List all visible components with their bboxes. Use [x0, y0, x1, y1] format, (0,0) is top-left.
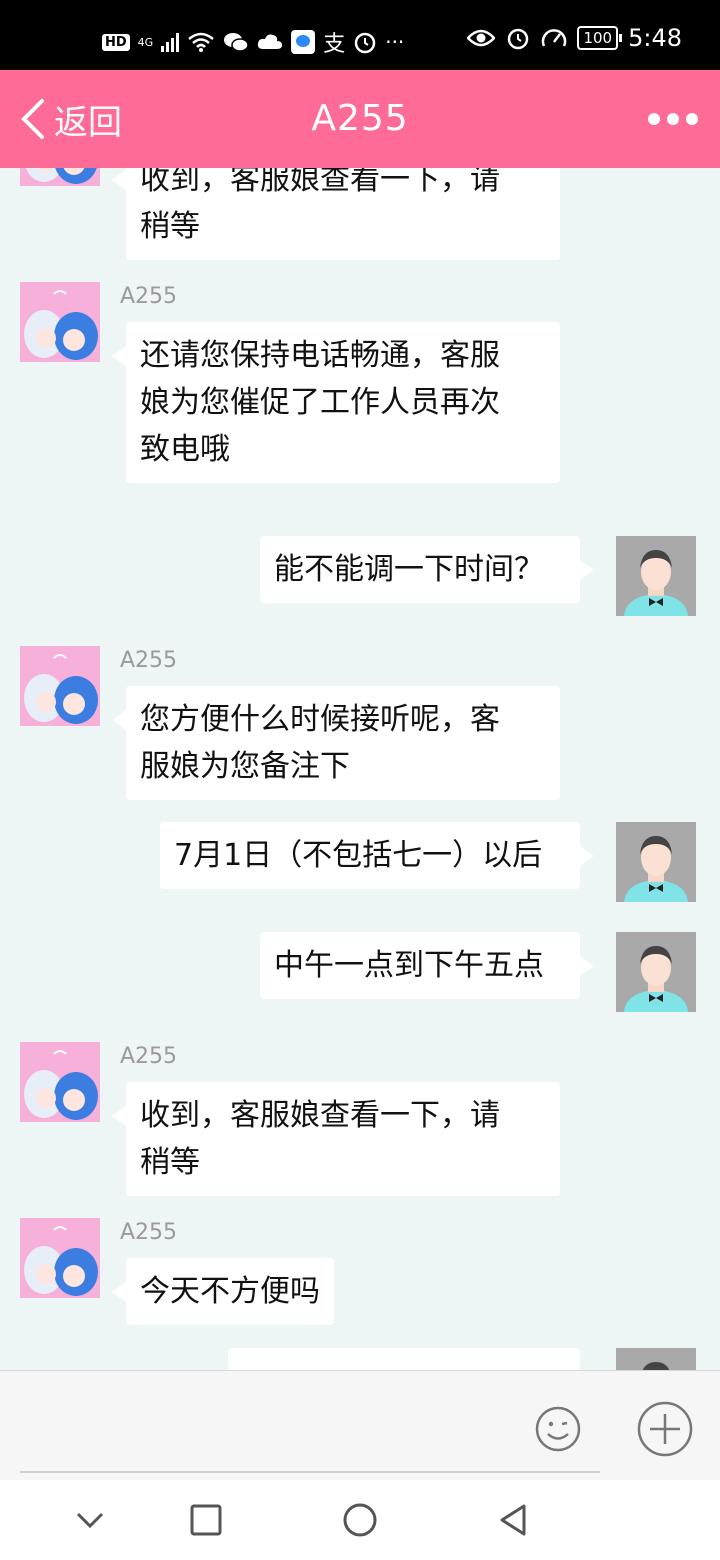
more-dots-icon — [648, 113, 660, 125]
alarm-icon — [508, 28, 529, 50]
emoji-icon[interactable] — [534, 1405, 582, 1453]
page-title: A255 — [311, 98, 409, 139]
sender-name: A255 — [120, 648, 178, 673]
status-bar: HD 4G 支 ··· 100 5:48 — [0, 0, 720, 70]
agent-avatar[interactable] — [20, 1218, 100, 1298]
message-input-bar — [0, 1370, 720, 1480]
more-notifications-icon: ··· — [385, 30, 405, 54]
message-bubble[interactable]: 中午一点到下午五点 — [260, 932, 594, 999]
sender-name: A255 — [120, 1044, 178, 1069]
back-icon[interactable] — [494, 1500, 534, 1540]
hd-icon: HD — [102, 33, 130, 51]
wifi-icon — [188, 32, 215, 52]
agent-avatar[interactable] — [20, 168, 100, 186]
network-type: 4G — [137, 35, 154, 49]
more-options-button[interactable] — [648, 106, 698, 132]
home-icon[interactable] — [340, 1500, 380, 1540]
message-bubble[interactable]: 还请您保持电话畅通，客服 娘为您催促了工作人员再次 致电哦 — [112, 322, 560, 483]
user-avatar[interactable] — [616, 536, 696, 616]
signal-icon — [161, 32, 180, 52]
message-input-field[interactable] — [20, 1471, 600, 1473]
more-dot — [686, 113, 698, 125]
battery-icon: 100 — [577, 26, 622, 50]
agent-avatar[interactable] — [20, 646, 100, 726]
alarm-icon — [354, 32, 376, 54]
message-bubble[interactable]: 今天不方便吗 — [112, 1258, 334, 1325]
agent-avatar[interactable] — [20, 282, 100, 362]
message-bubble-partial[interactable] — [228, 1348, 580, 1370]
status-time: 5:48 — [628, 24, 682, 52]
speed-icon — [542, 29, 567, 47]
user-avatar[interactable] — [616, 932, 696, 1012]
more-dot — [667, 113, 679, 125]
message-bubble[interactable]: 能不能调一下时间？ — [260, 536, 594, 603]
recents-icon[interactable] — [186, 1500, 226, 1540]
message-bubble[interactable]: 7月1日（不包括七一）以后 — [160, 822, 594, 889]
agent-avatar[interactable] — [20, 1042, 100, 1122]
plus-icon[interactable] — [637, 1401, 693, 1457]
system-nav-bar — [0, 1480, 720, 1560]
cloud-icon — [258, 34, 283, 49]
wechat-icon — [224, 33, 249, 52]
chat-message-list[interactable]: 收到，客服娘查看一下，请 稍等 A255 还请您保持电话畅通，客服 娘为您催促了… — [0, 168, 720, 1370]
user-avatar[interactable] — [616, 822, 696, 902]
user-avatar[interactable] — [616, 1348, 696, 1370]
message-bubble[interactable]: 收到，客服娘查看一下，请 稍等 — [112, 1082, 560, 1196]
alipay-icon: 支 — [323, 32, 346, 57]
sender-name: A255 — [120, 284, 178, 309]
app-header: 返回 A255 — [0, 70, 720, 168]
status-right-icons: 100 5:48 — [467, 24, 682, 52]
hide-keyboard-icon[interactable] — [70, 1500, 110, 1540]
message-bubble[interactable]: 收到，客服娘查看一下，请 稍等 — [112, 168, 560, 260]
eye-icon — [467, 29, 496, 47]
message-app-icon — [291, 30, 316, 54]
message-bubble[interactable]: 您方便什么时候接听呢，客 服娘为您备注下 — [112, 686, 560, 800]
status-left-icons: HD 4G 支 ··· — [102, 26, 404, 58]
sender-name: A255 — [120, 1220, 178, 1245]
